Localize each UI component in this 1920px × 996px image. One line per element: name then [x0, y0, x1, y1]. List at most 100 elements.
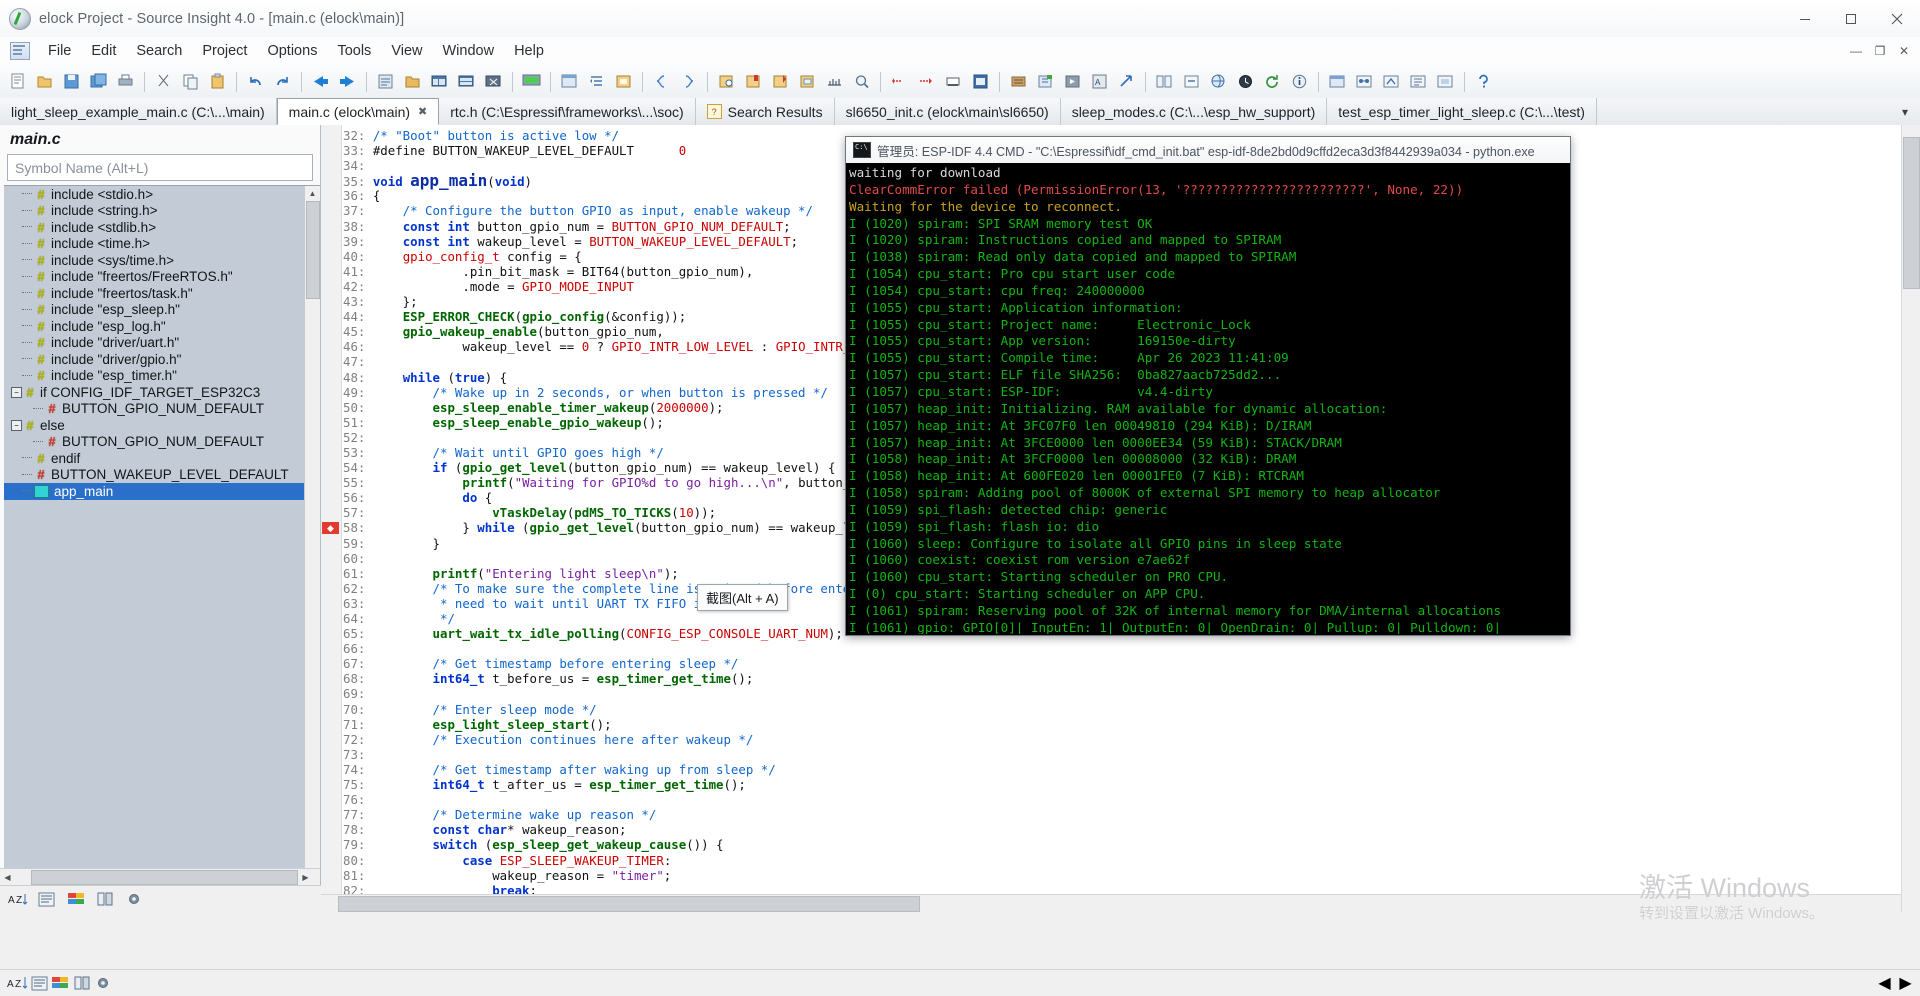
scrollbar-thumb[interactable] [1903, 137, 1920, 289]
copy-icon[interactable] [178, 69, 203, 94]
refresh-icon[interactable] [1260, 69, 1285, 94]
relation-window-icon[interactable] [1352, 69, 1377, 94]
search-icon[interactable] [849, 69, 874, 94]
symbol-list-item[interactable]: # include "freertos/FreeRTOS.h" [4, 269, 320, 286]
list-view-icon[interactable] [373, 69, 398, 94]
save-icon[interactable] [59, 69, 84, 94]
tab-sleep-modes[interactable]: sleep_modes.c (C:\...\esp_hw_support) [1060, 98, 1328, 125]
symbol-list-item[interactable]: # include "esp_log.h" [4, 318, 320, 335]
status-scroll-right-icon[interactable]: ▶ [1895, 974, 1916, 993]
project-window-icon[interactable] [1406, 69, 1431, 94]
tree-collapse-icon[interactable]: − [10, 419, 23, 431]
close-button[interactable] [1874, 0, 1920, 37]
redo-icon[interactable] [270, 69, 295, 94]
forward-arrow-icon[interactable] [335, 69, 360, 94]
symbol-list-item[interactable]: # BUTTON_WAKEUP_LEVEL_DEFAULT [4, 467, 320, 484]
monitor-icon[interactable] [519, 69, 544, 94]
arrow-jump-icon[interactable] [1114, 69, 1139, 94]
symbol-list-item[interactable]: # include <stdio.h> [4, 186, 320, 203]
symbol-list-item[interactable]: app_main [4, 483, 320, 500]
ruler-icon[interactable] [822, 69, 847, 94]
mdi-restore-button[interactable]: ❐ [1868, 39, 1892, 63]
global-search-icon[interactable] [1206, 69, 1231, 94]
run-icon[interactable] [1060, 69, 1085, 94]
stop-icon[interactable]: A [1087, 69, 1112, 94]
brace-match-right-icon[interactable] [676, 69, 701, 94]
menu-item-help[interactable]: Help [505, 40, 553, 62]
paste-icon[interactable] [205, 69, 230, 94]
status-palette-icon[interactable] [50, 974, 71, 993]
outer-vertical-scrollbar[interactable] [1901, 125, 1920, 912]
brace-match-left-icon[interactable] [649, 69, 674, 94]
menu-item-view[interactable]: View [382, 40, 431, 62]
bookmark-marker-icon[interactable]: ◆ [322, 522, 339, 534]
scroll-left-icon[interactable]: ◀ [0, 870, 15, 885]
window-tile-icon[interactable] [427, 69, 452, 94]
symbol-list-item[interactable]: − # else [4, 417, 320, 434]
scroll-right-icon[interactable]: ▶ [298, 870, 313, 885]
tab-test-esp-timer-light-sleep[interactable]: test_esp_timer_light_sleep.c (C:\...\tes… [1327, 98, 1597, 125]
zoom-fit-icon[interactable] [1179, 69, 1204, 94]
sort-az-icon[interactable]: AZ [8, 890, 28, 908]
tab-close-icon[interactable]: ✖ [418, 105, 427, 118]
scroll-up-icon[interactable]: ▲ [305, 186, 320, 201]
book-icon[interactable] [95, 890, 115, 908]
cut-icon[interactable] [151, 69, 176, 94]
context-window-icon[interactable] [1325, 69, 1350, 94]
symbol-list-item[interactable]: # include <string.h> [4, 203, 320, 220]
window-split-icon[interactable] [454, 69, 479, 94]
info-icon[interactable] [1287, 69, 1312, 94]
symbol-list-item[interactable]: # include <stdlib.h> [4, 219, 320, 236]
print-icon[interactable] [113, 69, 138, 94]
mdi-close-button[interactable]: ✕ [1892, 39, 1916, 63]
menu-item-project[interactable]: Project [193, 40, 256, 62]
tab-light-sleep-example[interactable]: light_sleep_example_main.c (C:\...\main) [0, 98, 277, 125]
compare-files-icon[interactable] [1152, 69, 1177, 94]
hscrollbar-thumb[interactable] [31, 870, 298, 885]
mdi-minimize-button[interactable]: — [1844, 39, 1868, 63]
compile-icon[interactable] [1033, 69, 1058, 94]
bookmark-list-icon[interactable] [968, 69, 993, 94]
bookmark-toggle-icon[interactable] [941, 69, 966, 94]
menu-item-edit[interactable]: Edit [82, 40, 125, 62]
browse-project-icon[interactable] [795, 69, 820, 94]
maximize-button[interactable] [1828, 0, 1874, 37]
symbol-list-item[interactable]: # include "esp_sleep.h" [4, 302, 320, 319]
minimize-button[interactable] [1782, 0, 1828, 37]
build-icon[interactable] [1006, 69, 1031, 94]
clock-icon[interactable] [1233, 69, 1258, 94]
back-arrow-icon[interactable] [308, 69, 333, 94]
symbol-window-icon[interactable] [557, 69, 582, 94]
find-symbol-icon[interactable] [768, 69, 793, 94]
terminal-window[interactable]: C:\ 管理员: ESP-IDF 4.4 CMD - "C:\Espressif… [845, 136, 1571, 636]
indent-increase-icon[interactable] [611, 69, 636, 94]
chevron-down-icon[interactable]: ▾ [1896, 105, 1914, 119]
editor-horizontal-scrollbar[interactable] [321, 894, 1903, 912]
folder-open-icon[interactable] [400, 69, 425, 94]
symbol-list-item[interactable]: # include "freertos/task.h" [4, 285, 320, 302]
symbol-list[interactable]: # include <stdio.h> # include <string.h> # in… [4, 185, 320, 912]
scrollbar-thumb[interactable] [306, 201, 320, 299]
tree-toggle-box[interactable]: − [11, 419, 22, 431]
palette-icon[interactable] [66, 890, 86, 908]
bookmark-next-icon[interactable] [914, 69, 939, 94]
help-question-icon[interactable] [1471, 69, 1496, 94]
status-scroll-left-icon[interactable]: ◀ [1874, 974, 1895, 993]
symbol-list-item[interactable]: # BUTTON_GPIO_NUM_DEFAULT [4, 401, 320, 418]
status-settings-gear-icon[interactable] [92, 974, 113, 993]
settings-gear-icon[interactable] [124, 890, 144, 908]
tree-collapse-icon[interactable]: − [10, 386, 23, 398]
tab-search-results[interactable]: ? Search Results [695, 98, 835, 125]
status-list-icon[interactable] [29, 974, 50, 993]
tab-sl6650-init[interactable]: sl6650_init.c (elock\main\sl6650) [834, 98, 1061, 125]
symbol-list-scrollbar[interactable]: ▲ [304, 186, 320, 912]
bookmark-prev-icon[interactable] [887, 69, 912, 94]
new-file-icon[interactable] [5, 69, 30, 94]
status-sort-az-icon[interactable]: AZ [7, 974, 29, 992]
symbol-list-item[interactable]: # BUTTON_GPIO_NUM_DEFAULT [4, 434, 320, 451]
list-view-icon[interactable] [37, 890, 57, 908]
symbol-list-item[interactable]: # include "esp_timer.h" [4, 368, 320, 385]
symbol-hscrollbar[interactable]: ◀ ▶ [0, 868, 320, 886]
symbol-search-input[interactable]: Symbol Name (Alt+L) [7, 154, 313, 181]
tab-rtc-h[interactable]: rtc.h (C:\Espressif\frameworks\...\soc) [439, 98, 696, 125]
